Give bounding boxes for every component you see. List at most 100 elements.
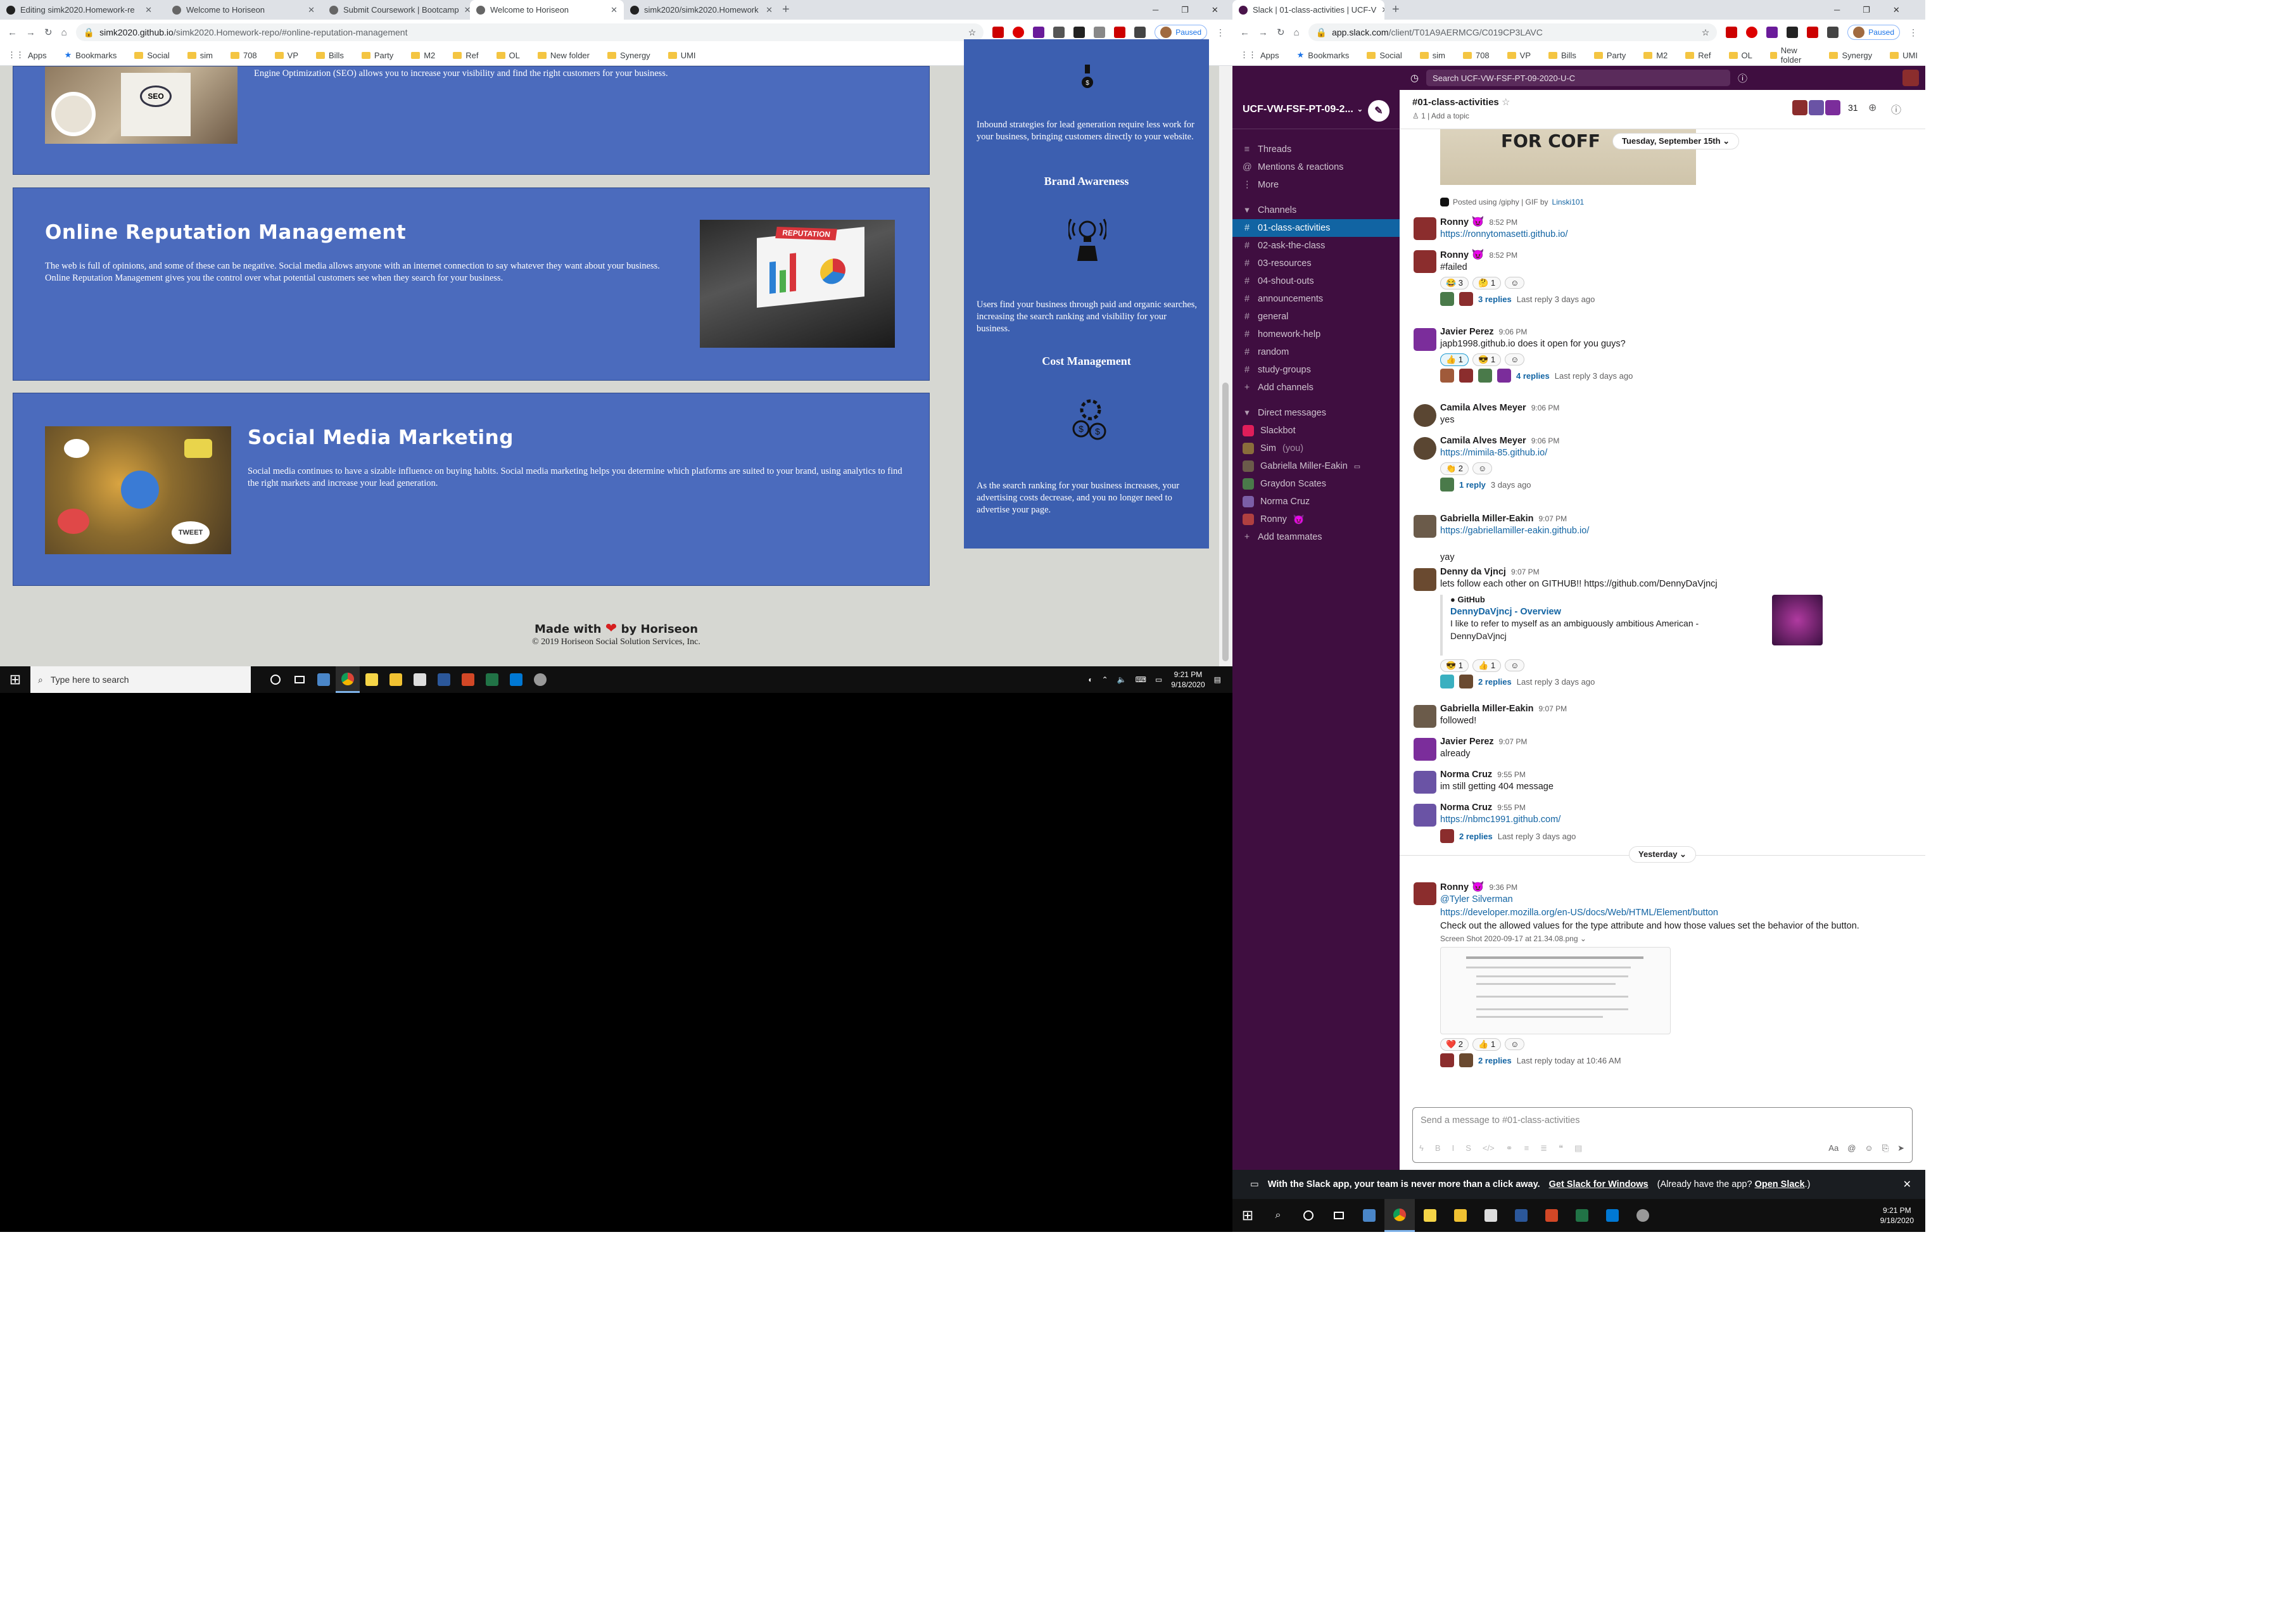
reload-icon[interactable]: ↻ (44, 27, 53, 38)
sidebar-threads[interactable]: ≡ Threads (1232, 141, 1400, 158)
extension-icon[interactable] (992, 27, 1004, 38)
task-view-icon[interactable] (288, 666, 312, 693)
info-icon[interactable]: ⓘ (1891, 101, 1901, 117)
compose-icon[interactable]: ✎ (1368, 100, 1389, 122)
close-window-icon[interactable]: ✕ (1893, 5, 1900, 15)
chrome-icon[interactable] (336, 666, 360, 693)
bookmark-708[interactable]: 708 (1462, 51, 1490, 60)
task-view-icon[interactable] (1324, 1199, 1354, 1232)
word-icon[interactable] (432, 666, 456, 693)
channels-section-header[interactable]: ▾ Channels (1232, 201, 1400, 219)
tab-editing[interactable]: Editing simk2020.Homework-re ✕ (0, 0, 158, 20)
member-avatars[interactable]: 31 (1792, 100, 1858, 115)
bookmark-umi[interactable]: UMI (668, 51, 696, 60)
tab-github-repo[interactable]: simk2020/simk2020.Homework ✕ (624, 0, 779, 20)
at-icon[interactable]: @ (1847, 1143, 1856, 1153)
close-window-icon[interactable]: ✕ (1212, 5, 1218, 15)
date-divider-pill[interactable]: Yesterday ⌄ (1629, 846, 1696, 863)
strike-icon[interactable]: S (1465, 1143, 1471, 1153)
history-icon[interactable]: ◷ (1410, 72, 1419, 84)
dm-gabriella[interactable]: Gabriella Miller-Eakin ▭ (1232, 457, 1400, 475)
sidebar-more[interactable]: ⋮ More (1232, 176, 1400, 194)
menu-icon[interactable]: ⋮ (1216, 27, 1225, 38)
channel-04-shout-outs[interactable]: #04-shout-outs (1232, 272, 1400, 290)
profile-button[interactable]: Paused (1847, 25, 1900, 40)
dm-ronny[interactable]: Ronny 😈 (1232, 511, 1400, 528)
bookmark-ref[interactable]: Ref (453, 51, 479, 60)
bookmark-m2[interactable]: M2 (411, 51, 435, 60)
star-icon[interactable]: ☆ (1502, 97, 1510, 108)
add-reaction-button[interactable]: ☺ (1505, 659, 1525, 671)
channel-title[interactable]: #01-class-activities ☆ (1412, 96, 1510, 108)
restore-icon[interactable]: ❐ (1181, 5, 1189, 15)
bookmark-party[interactable]: Party (361, 51, 393, 60)
avatar[interactable] (1414, 882, 1436, 905)
avatar[interactable] (1414, 705, 1436, 728)
extension-icon[interactable] (1726, 27, 1738, 38)
close-icon[interactable]: ✕ (464, 5, 470, 15)
workspace-header[interactable]: UCF-VW-FSF-PT-09-2... ⌄ ✎ (1232, 90, 1400, 129)
tab-slack[interactable]: Slack | 01-class-activities | UCF-V✕ (1232, 0, 1384, 20)
address-bar[interactable]: 🔒 app.slack.com/client/T01A9AERMCG/C019C… (1308, 23, 1718, 41)
reload-icon[interactable]: ↻ (1277, 27, 1285, 38)
restore-icon[interactable]: ❐ (1863, 5, 1870, 15)
word-icon[interactable] (1506, 1199, 1536, 1232)
thread-summary[interactable]: 2 replies Last reply 3 days ago (1440, 675, 1914, 688)
bookmark-party[interactable]: Party (1593, 51, 1626, 60)
send-icon[interactable]: ➤ (1897, 1143, 1904, 1153)
bookmark-ref[interactable]: Ref (1685, 51, 1711, 60)
add-person-icon[interactable]: ⊕ (1868, 101, 1877, 114)
extension-icon[interactable] (1033, 27, 1045, 38)
bookmark-m2[interactable]: M2 (1643, 51, 1668, 60)
bookmark-sim[interactable]: sim (1419, 51, 1445, 60)
bookmark-vp[interactable]: VP (1507, 51, 1531, 60)
add-reaction-button[interactable]: ☺ (1505, 353, 1525, 365)
slack-search-bar[interactable]: Search UCF-VW-FSF-PT-09-2020-U-C (1426, 70, 1731, 86)
format-icon[interactable]: Aa (1828, 1143, 1839, 1153)
numbered-list-icon[interactable]: ≣ (1540, 1143, 1547, 1153)
tab-bootcamp[interactable]: Submit Coursework | Bootcamp ✕ (323, 0, 470, 20)
vscode-icon[interactable] (1597, 1199, 1628, 1232)
minimize-icon[interactable]: ─ (1834, 5, 1840, 15)
people-icon[interactable]: ◐ (1088, 675, 1092, 684)
screenshot-attachment[interactable] (1440, 947, 1671, 1034)
sticky-notes-icon[interactable] (1415, 1199, 1445, 1232)
excel-icon[interactable] (1567, 1199, 1597, 1232)
dm-section-header[interactable]: ▾ Direct messages (1232, 404, 1400, 422)
bookmark-apps[interactable]: ⋮⋮ Apps (1240, 50, 1279, 60)
bold-icon[interactable]: B (1435, 1143, 1441, 1153)
open-slack-link[interactable]: Open Slack (1755, 1179, 1805, 1189)
clock[interactable]: 9:21 PM 9/18/2020 (1880, 1205, 1914, 1226)
page-scrollbar[interactable] (1219, 66, 1232, 666)
thread-summary[interactable]: 3 replies Last reply 3 days ago (1440, 292, 1914, 306)
get-slack-link[interactable]: Get Slack for Windows (1549, 1179, 1649, 1189)
excel-icon[interactable] (480, 666, 504, 693)
taskbar-search-box[interactable]: ⌕ Type here to search (30, 666, 251, 693)
bookmark-umi[interactable]: UMI (1890, 51, 1918, 60)
file-explorer-icon[interactable] (384, 666, 408, 693)
profile-button[interactable]: Paused (1155, 25, 1207, 40)
close-icon[interactable]: ✕ (145, 5, 152, 15)
sticky-notes-icon[interactable] (360, 666, 384, 693)
channel-announcements[interactable]: # announcements (1232, 290, 1400, 308)
extension-icon[interactable] (1746, 27, 1758, 38)
dm-norma[interactable]: Norma Cruz (1232, 493, 1400, 511)
dm-slackbot[interactable]: Slackbot (1232, 422, 1400, 440)
minimize-icon[interactable]: ─ (1153, 5, 1158, 15)
message-composer[interactable]: Send a message to #01-class-activities ϟ… (1412, 1107, 1913, 1163)
extension-icon[interactable] (1073, 27, 1086, 38)
bookmark-ol[interactable]: OL (496, 51, 520, 60)
extension-icon[interactable] (1787, 27, 1799, 38)
bookmark-social[interactable]: Social (134, 51, 170, 60)
bookmark-bills[interactable]: Bills (316, 51, 344, 60)
chrome-icon[interactable] (1384, 1199, 1415, 1232)
avatar[interactable] (1414, 217, 1436, 240)
add-reaction-button[interactable]: ☺ (1505, 1038, 1525, 1050)
powerpoint-icon[interactable] (456, 666, 480, 693)
bookmark-bookmarks[interactable]: ★ Bookmarks (65, 50, 117, 60)
search-icon[interactable]: ⌕ (1263, 1199, 1293, 1232)
sidebar-mentions[interactable]: @ Mentions & reactions (1232, 158, 1400, 176)
bookmark-708[interactable]: 708 (230, 51, 257, 60)
bookmark-new-folder[interactable]: New folder (1769, 46, 1812, 65)
extension-icon[interactable] (1114, 27, 1126, 38)
